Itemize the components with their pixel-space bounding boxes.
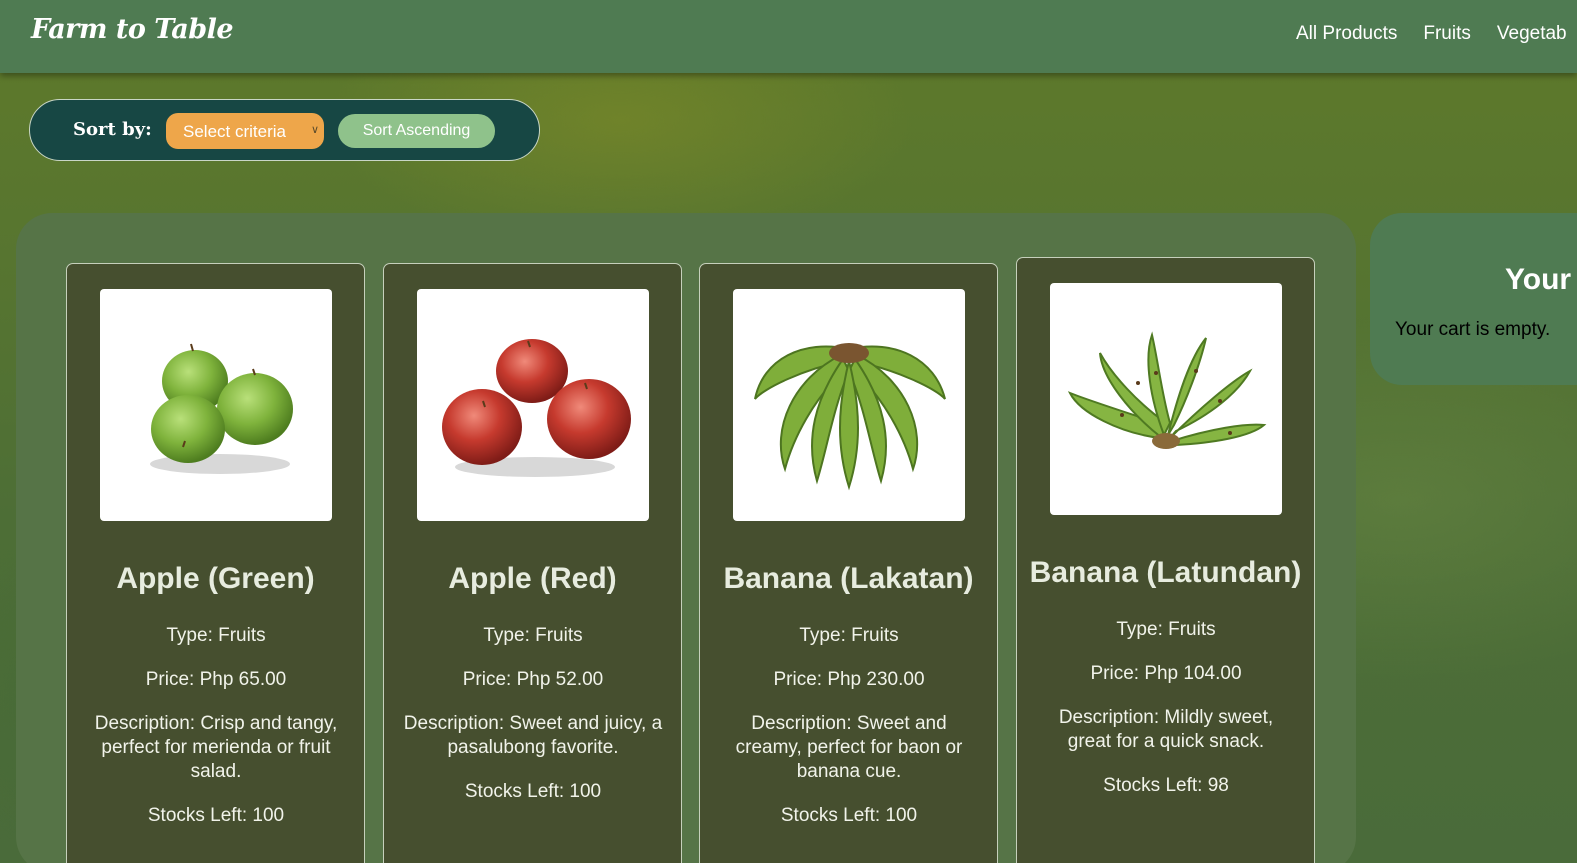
chevron-down-icon: ∨: [310, 124, 319, 136]
product-name: Apple (Green): [116, 562, 315, 595]
product-card-banana-lakatan[interactable]: Banana (Lakatan) Type: Fruits Price: Php…: [699, 263, 998, 863]
sort-label: Sort by:: [73, 119, 152, 140]
product-type: Type: Fruits: [799, 625, 899, 646]
product-card-apple-green[interactable]: Apple (Green) Type: Fruits Price: Php 65…: [66, 263, 365, 863]
product-card-banana-latundan[interactable]: Banana (Latundan) Type: Fruits Price: Ph…: [1016, 257, 1315, 863]
cart-title: Your: [1505, 263, 1572, 296]
cart-empty-message: Your cart is empty.: [1395, 319, 1551, 340]
nav-fruits[interactable]: Fruits: [1423, 23, 1471, 45]
product-stocks: Stocks Left: 100: [147, 805, 285, 826]
product-name: Banana (Lakatan): [723, 562, 974, 595]
product-stocks: Stocks Left: 100: [464, 781, 602, 802]
nav-all-products[interactable]: All Products: [1296, 23, 1397, 45]
cart-panel: Your Your cart is empty.: [1370, 213, 1577, 385]
red-apples-image: [417, 289, 649, 521]
product-price: Price: Php 52.00: [462, 669, 604, 690]
product-name: Banana (Latundan): [1029, 556, 1302, 589]
sort-criteria-select[interactable]: Select criteria ∨: [166, 113, 324, 149]
product-description: Description: Sweet and creamy, perfect f…: [735, 713, 963, 782]
brand-logo[interactable]: Farm to Table: [31, 14, 234, 45]
product-type: Type: Fruits: [1116, 619, 1216, 640]
product-type: Type: Fruits: [483, 625, 583, 646]
product-price: Price: Php 65.00: [145, 669, 287, 690]
banana-bunch-image: [1050, 283, 1282, 515]
product-type: Type: Fruits: [166, 625, 266, 646]
products-panel: Apple (Green) Type: Fruits Price: Php 65…: [16, 213, 1356, 863]
banana-bunch-image: [733, 289, 965, 521]
product-price: Price: Php 104.00: [1090, 663, 1242, 684]
navbar: Farm to Table All Products Fruits Vegeta…: [0, 0, 1577, 73]
product-stocks: Stocks Left: 100: [780, 805, 918, 826]
product-price: Price: Php 230.00: [773, 669, 925, 690]
sort-bar: Sort by: Select criteria ∨ Sort Ascendin…: [29, 99, 540, 161]
product-description: Description: Sweet and juicy, a pasalubo…: [403, 713, 663, 758]
product-stocks: Stocks Left: 98: [1103, 775, 1229, 796]
product-card-apple-red[interactable]: Apple (Red) Type: Fruits Price: Php 52.0…: [383, 263, 682, 863]
product-description: Description: Mildly sweet, great for a q…: [1058, 707, 1274, 752]
nav-vegetables[interactable]: Vegetab: [1497, 23, 1567, 45]
nav-links: All Products Fruits Vegetab: [1296, 23, 1577, 45]
product-name: Apple (Red): [448, 562, 617, 595]
product-description: Description: Crisp and tangy, perfect fo…: [94, 713, 338, 782]
green-apples-image: [100, 289, 332, 521]
sort-select-value: Select criteria: [183, 122, 286, 141]
sort-ascending-button[interactable]: Sort Ascending: [338, 114, 495, 148]
